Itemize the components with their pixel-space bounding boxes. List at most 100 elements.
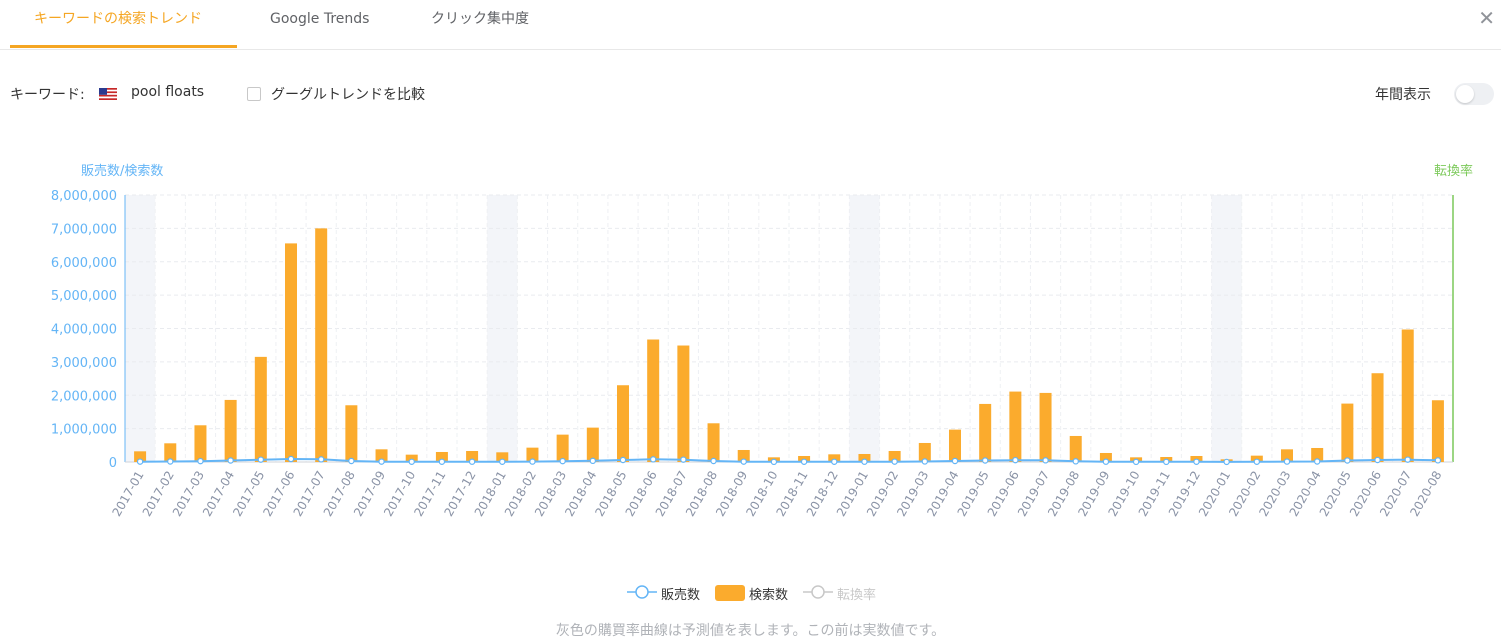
sales-point [559, 457, 566, 465]
y-tick-label: 0 [109, 456, 117, 471]
sales-point [1223, 458, 1230, 466]
legend-conversion-rate-label: 転換率 [837, 588, 877, 603]
sales-point [1163, 458, 1170, 466]
sales-point [1434, 457, 1442, 464]
y-tick-label: 4,000,000 [51, 323, 117, 338]
checkbox-icon[interactable] [247, 87, 261, 101]
sales-point [1344, 457, 1351, 464]
y-tick-label: 8,000,000 [51, 189, 117, 204]
right-axis-title: 転換率 [1434, 163, 1473, 179]
bar-search [556, 434, 569, 462]
sales-point [167, 458, 174, 465]
bar-search [1039, 392, 1052, 462]
y-tick-label: 6,000,000 [51, 256, 117, 271]
sales-point [921, 458, 929, 465]
sales-point [1313, 458, 1321, 465]
sales-point [740, 458, 747, 465]
annual-view-toggle[interactable] [1454, 83, 1494, 105]
forecast-note: 灰色の購買率曲線は予測値を表します。この前は実数値です。 [555, 623, 946, 639]
bar-search [1009, 391, 1022, 462]
sales-point [468, 458, 476, 465]
legend-line-marker-gray-icon [803, 585, 833, 599]
bar-search [707, 423, 720, 462]
bar-search [1341, 403, 1354, 462]
bar-search [677, 345, 690, 462]
sales-point [317, 456, 325, 463]
y-tick-label: 3,000,000 [51, 356, 117, 371]
sales-point [831, 458, 838, 465]
bar-search [194, 425, 207, 462]
sales-point [981, 457, 989, 464]
sales-point [529, 458, 536, 465]
bar-search [254, 356, 267, 462]
bar-search [345, 405, 358, 462]
bar-search [315, 228, 328, 462]
sales-point [438, 458, 446, 465]
bar-search [285, 243, 297, 462]
sales-point [1072, 458, 1079, 465]
close-icon[interactable]: ✕ [1478, 6, 1495, 30]
sales-point [680, 456, 687, 463]
sales-point [1102, 458, 1110, 465]
sales-point [1042, 457, 1049, 464]
y-tick-label: 7,000,000 [51, 222, 117, 237]
compare-google-trends-label: グーグルトレンドを比較 [271, 87, 425, 103]
sales-point [1374, 456, 1381, 464]
legend-search-label: 検索数 [749, 588, 789, 603]
sales-point [197, 457, 204, 465]
sales-point [257, 456, 265, 463]
us-flag-icon [99, 88, 117, 100]
legend-line-marker-icon [627, 585, 657, 599]
sales-point [589, 457, 597, 465]
tab-google-trends[interactable]: Google Trends [270, 0, 369, 49]
left-axis-title: 販売数/検索数 [81, 163, 163, 179]
bar-search [1401, 329, 1414, 462]
y-tick-label: 5,000,000 [51, 289, 117, 304]
sales-point [348, 457, 355, 465]
sales-point [710, 457, 717, 465]
sales-point [378, 458, 385, 465]
sales-point [136, 458, 144, 465]
bar-search [647, 339, 660, 462]
tab-bar: キーワードの検索トレンド Google Trends クリック集中度 [0, 0, 1501, 50]
y-tick-label: 1,000,000 [51, 423, 117, 438]
bar-search [949, 429, 961, 462]
sales-point [1404, 456, 1411, 463]
annual-view-label: 年間表示 [1375, 87, 1431, 103]
legend-bar-swatch-icon [715, 585, 745, 601]
sales-point [1193, 458, 1200, 465]
bar-search [224, 399, 237, 462]
sales-point [227, 457, 234, 464]
legend-sales-label: 販売数 [661, 588, 701, 603]
bar-search [1431, 400, 1444, 462]
sales-point [770, 458, 778, 466]
y-tick-label: 2,000,000 [51, 389, 117, 404]
sales-point [1283, 458, 1291, 465]
chart-legend: 販売数 検索数 転換率 [0, 584, 1501, 603]
bar-search [1069, 435, 1082, 462]
sales-point [408, 458, 415, 465]
toggle-knob [1456, 85, 1474, 103]
keyword-label: キーワード: [10, 87, 85, 103]
sales-point [861, 458, 868, 465]
tab-keyword-search-trend[interactable]: キーワードの検索トレンド [34, 0, 202, 49]
sales-point [649, 456, 657, 463]
sales-point [1132, 458, 1140, 466]
sales-point [499, 458, 506, 465]
sales-point [1253, 458, 1261, 465]
tab-click-concentration[interactable]: クリック集中度 [431, 0, 529, 49]
sales-point [287, 455, 295, 463]
sales-point [891, 458, 898, 465]
sales-point [1012, 456, 1019, 464]
bar-search [586, 427, 599, 462]
bar-search [1371, 373, 1384, 462]
bar-search [617, 385, 629, 462]
search-trend-chart: 0 1,000,000 2,000,000 3,000,000 4,000,000 5,0… [51, 163, 1473, 519]
active-tab-indicator [10, 45, 237, 48]
sales-point [619, 456, 627, 464]
sales-point [951, 457, 959, 465]
sales-point [800, 458, 808, 465]
bar-search [979, 403, 992, 462]
keyword-value: pool floats [131, 84, 205, 100]
sales-line [140, 457, 1438, 463]
